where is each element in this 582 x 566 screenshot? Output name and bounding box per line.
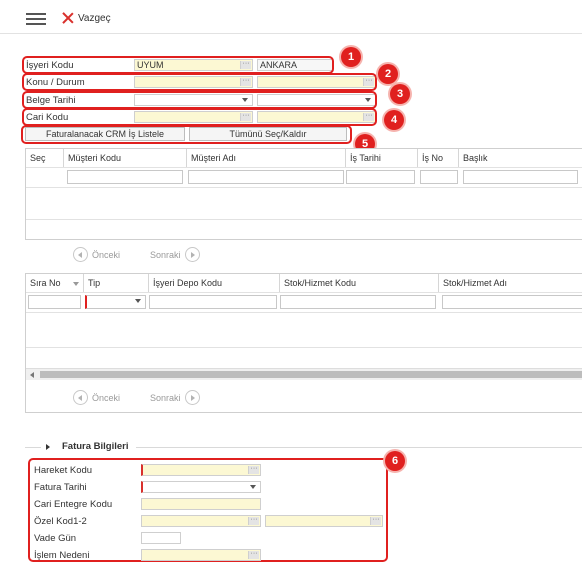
- prev-page-icon[interactable]: [73, 247, 88, 262]
- section-divider: [136, 447, 582, 448]
- column-header-is-tarihi[interactable]: İş Tarihi: [346, 149, 418, 167]
- highlight-box-1: [22, 56, 334, 74]
- islem-nedeni-lookup-icon[interactable]: ···: [248, 550, 259, 559]
- filter-musteri-adi[interactable]: [188, 170, 344, 184]
- ozel-kod2-input[interactable]: ···: [265, 515, 383, 527]
- filter-musteri-kodu[interactable]: [67, 170, 183, 184]
- filter-baslik[interactable]: [463, 170, 578, 184]
- grid2-pager: Önceki Sonraki: [73, 390, 200, 405]
- horizontal-scrollbar[interactable]: [26, 368, 582, 380]
- column-header-stok-hizmet-adi[interactable]: Stok/Hizmet Adı: [439, 274, 582, 292]
- fatura-tarihi-select[interactable]: [141, 481, 261, 493]
- section-divider: [25, 447, 41, 448]
- filter-tip-select[interactable]: [85, 295, 146, 309]
- column-header-sec[interactable]: Seç: [26, 149, 64, 167]
- next-page-label[interactable]: Sonraki: [150, 250, 181, 260]
- chevron-down-icon: [135, 299, 141, 303]
- column-header-baslik[interactable]: Başlık: [459, 149, 582, 167]
- next-page-label[interactable]: Sonraki: [150, 393, 181, 403]
- fatura-section-title[interactable]: Fatura Bilgileri: [62, 441, 129, 452]
- select-all-button[interactable]: Tümünü Seç/Kaldır: [189, 127, 347, 141]
- hareket-kodu-input[interactable]: ···: [141, 464, 261, 476]
- vade-gun-label: Vade Gün: [34, 533, 77, 544]
- grid1-pager: Önceki Sonraki: [73, 247, 200, 262]
- next-page-icon[interactable]: [184, 247, 200, 262]
- filter-is-no[interactable]: [420, 170, 458, 184]
- scroll-left-icon[interactable]: [30, 372, 34, 378]
- hareket-kodu-label: Hareket Kodu: [34, 465, 93, 476]
- list-crm-jobs-button[interactable]: Faturalanacak CRM İş Listele: [25, 127, 185, 141]
- column-header-musteri-kodu[interactable]: Müşteri Kodu: [64, 149, 187, 167]
- badge-4: 4: [384, 110, 404, 130]
- crm-jobs-grid: Seç Müşteri Kodu Müşteri Adı İş Tarihi İ…: [25, 148, 582, 240]
- filter-is-tarihi[interactable]: [346, 170, 415, 184]
- prev-page-label[interactable]: Önceki: [92, 393, 120, 403]
- row-divider: [26, 347, 582, 348]
- expand-arrow-icon[interactable]: [46, 444, 50, 450]
- prev-page-label[interactable]: Önceki: [92, 250, 120, 260]
- scrollbar-thumb[interactable]: [40, 371, 582, 378]
- cancel-button[interactable]: Vazgeç: [62, 10, 111, 26]
- ozel-kod1-input[interactable]: ···: [141, 515, 261, 527]
- badge-1: 1: [341, 47, 361, 67]
- column-header-stok-hizmet-kodu[interactable]: Stok/Hizmet Kodu: [280, 274, 439, 292]
- column-header-isyeri-depo-kodu[interactable]: İşyeri Depo Kodu: [149, 274, 280, 292]
- highlight-box-3: [22, 91, 377, 109]
- badge-6: 6: [385, 451, 405, 471]
- cari-entegre-kodu-input[interactable]: [141, 498, 261, 510]
- badge-2: 2: [378, 64, 398, 84]
- header-divider: [26, 292, 582, 293]
- column-header-musteri-adi[interactable]: Müşteri Adı: [187, 149, 346, 167]
- vade-gun-input[interactable]: [141, 532, 181, 544]
- row-divider: [26, 312, 582, 313]
- fatura-tarihi-label: Fatura Tarihi: [34, 482, 87, 493]
- hamburger-icon[interactable]: [26, 13, 46, 25]
- column-header-is-no[interactable]: İş No: [418, 149, 459, 167]
- filter-stok-hizmet-kodu[interactable]: [280, 295, 436, 309]
- row-divider: [26, 219, 582, 220]
- ozel-kod1-lookup-icon[interactable]: ···: [248, 516, 259, 525]
- cancel-label: Vazgeç: [78, 12, 111, 24]
- cari-entegre-kodu-label: Cari Entegre Kodu: [34, 499, 113, 510]
- islem-nedeni-input[interactable]: ···: [141, 549, 261, 561]
- ozel-kod2-lookup-icon[interactable]: ···: [370, 516, 381, 525]
- sort-down-icon[interactable]: [73, 282, 79, 286]
- islem-nedeni-label: İşlem Nedeni: [34, 550, 90, 561]
- next-page-icon[interactable]: [184, 390, 200, 405]
- chevron-down-icon: [250, 485, 256, 489]
- header-divider: [26, 167, 582, 168]
- close-icon: [62, 12, 74, 24]
- hareket-lookup-icon[interactable]: ···: [248, 465, 259, 474]
- prev-page-icon[interactable]: [73, 390, 88, 405]
- filter-isyeri-depo-kodu[interactable]: [149, 295, 277, 309]
- row-divider: [26, 187, 582, 188]
- filter-sira-no[interactable]: [28, 295, 81, 309]
- highlight-box-2: [22, 73, 377, 91]
- filter-stok-hizmet-adi[interactable]: [442, 295, 582, 309]
- badge-3: 3: [390, 84, 410, 104]
- highlight-box-4: [22, 108, 377, 126]
- ozel-kod-label: Özel Kod1-2: [34, 516, 87, 527]
- column-header-tip[interactable]: Tip: [84, 274, 149, 292]
